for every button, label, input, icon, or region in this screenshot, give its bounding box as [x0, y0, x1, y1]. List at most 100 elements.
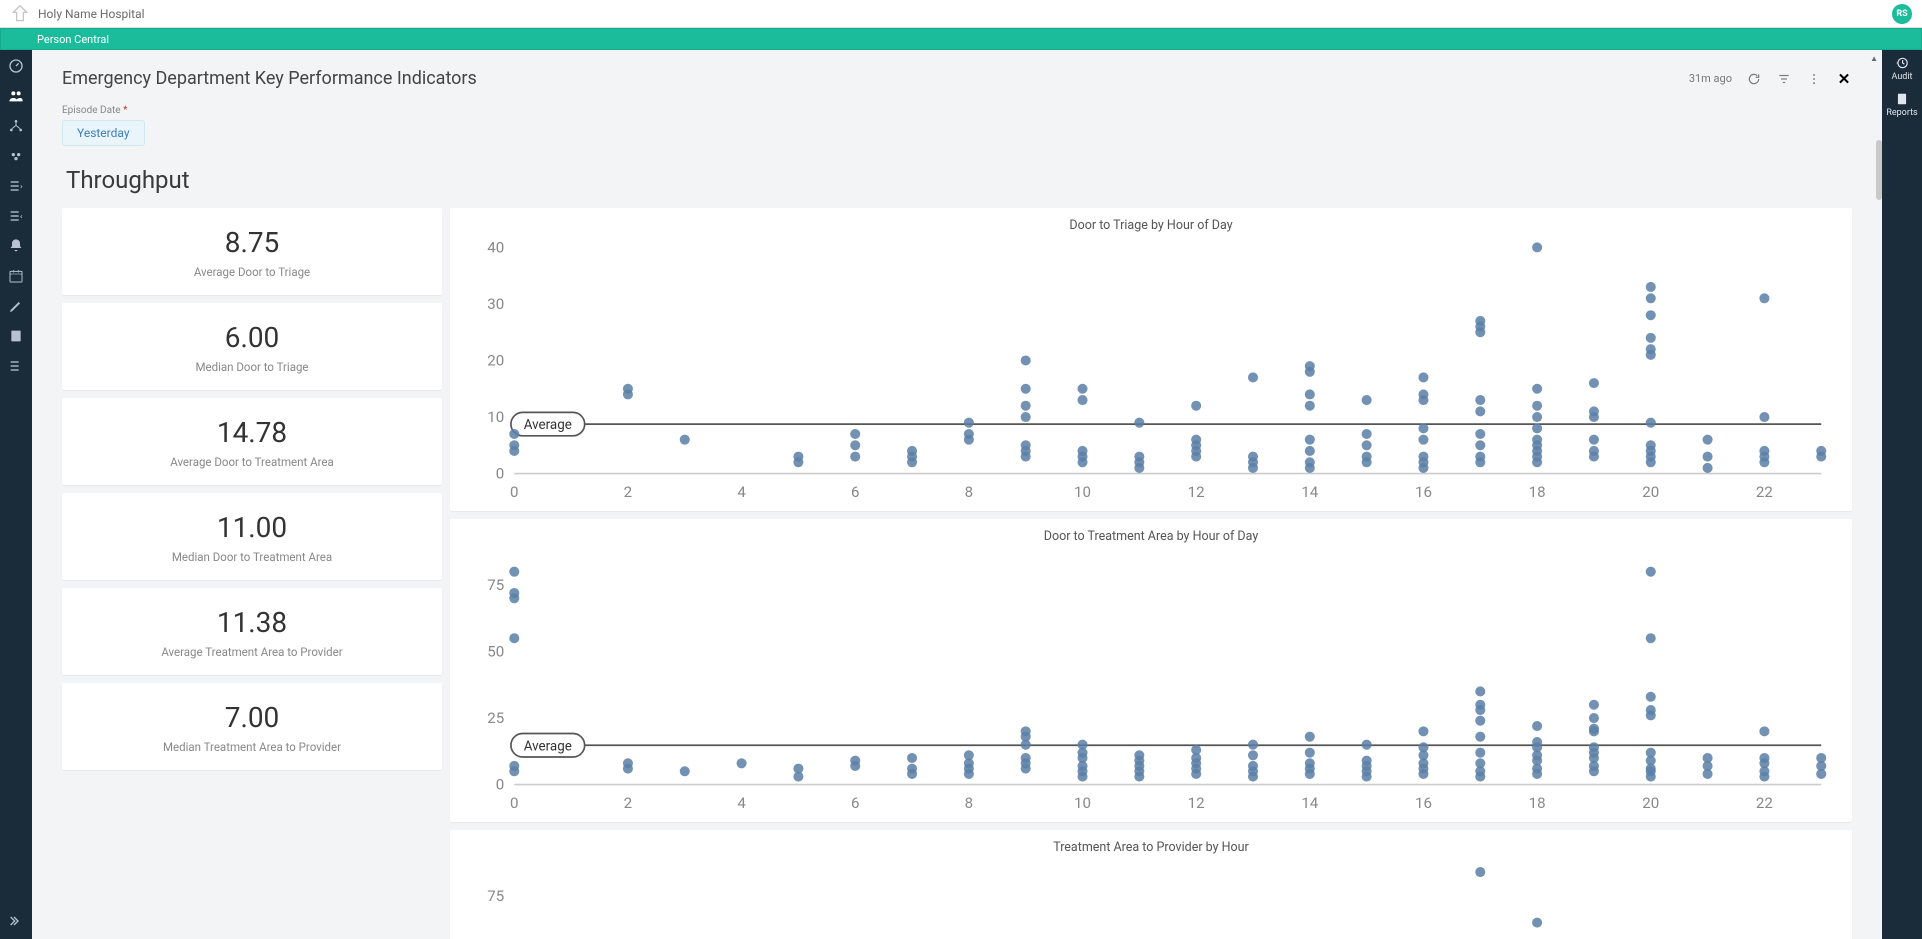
dashboard-header: Emergency Department Key Performance Ind… — [32, 50, 1882, 160]
kpi-value: 14.78 — [72, 416, 432, 449]
dashboard-title: Emergency Department Key Performance Ind… — [62, 68, 477, 89]
svg-text:2: 2 — [624, 483, 632, 501]
kpi-card[interactable]: 11.38 Average Treatment Area to Provider — [62, 588, 442, 675]
more-icon[interactable] — [1806, 71, 1822, 87]
kpi-value: 7.00 — [72, 701, 432, 734]
kpi-value: 8.75 — [72, 226, 432, 259]
kpi-card[interactable]: 7.00 Median Treatment Area to Provider — [62, 683, 442, 770]
svg-text:50: 50 — [487, 643, 504, 661]
svg-text:2: 2 — [624, 794, 632, 812]
kpi-label: Average Door to Treatment Area — [72, 455, 432, 469]
svg-text:8: 8 — [965, 794, 973, 812]
kpi-label: Average Treatment Area to Provider — [72, 645, 432, 659]
rightnav-reports-label: Reports — [1886, 108, 1917, 118]
kpi-column: 8.75 Average Door to Triage6.00 Median D… — [62, 208, 442, 939]
filter-icon[interactable] — [1776, 71, 1792, 87]
refresh-icon[interactable] — [1746, 71, 1762, 87]
nav-item-calendar-icon[interactable] — [8, 268, 24, 284]
svg-text:22: 22 — [1756, 483, 1773, 501]
svg-text:14: 14 — [1301, 483, 1318, 501]
svg-text:4: 4 — [737, 794, 746, 812]
filter-label: Episode Date * — [62, 105, 1852, 116]
kpi-value: 11.38 — [72, 606, 432, 639]
nav-item-note-icon[interactable] — [8, 328, 24, 344]
nav-item-pen-icon[interactable] — [8, 298, 24, 314]
nav-item-people-icon[interactable] — [8, 88, 24, 104]
svg-text:6: 6 — [851, 483, 859, 501]
hospital-name: Holy Name Hospital — [38, 7, 145, 21]
svg-text:75: 75 — [487, 576, 504, 594]
chart-title: Treatment Area to Provider by Hour — [464, 840, 1838, 855]
svg-text:22: 22 — [1756, 794, 1773, 812]
svg-text:Average: Average — [524, 739, 572, 754]
nav-expand-icon[interactable] — [8, 913, 24, 929]
kpi-label: Median Door to Treatment Area — [72, 550, 432, 564]
kpi-value: 11.00 — [72, 511, 432, 544]
right-nav: Audit Reports — [1882, 50, 1922, 939]
svg-text:0: 0 — [510, 794, 518, 812]
filter-row: Episode Date * Yesterday — [62, 105, 1852, 146]
chart-card[interactable]: Treatment Area to Provider by Hour 025507… — [450, 830, 1852, 939]
rightnav-item-reports[interactable]: Reports — [1886, 92, 1917, 118]
svg-text:6: 6 — [851, 794, 859, 812]
svg-text:12: 12 — [1188, 794, 1205, 812]
reports-icon — [1895, 92, 1909, 106]
svg-text:0: 0 — [496, 465, 504, 483]
main-content: ▲ Emergency Department Key Performance I… — [32, 50, 1882, 939]
kpi-card[interactable]: 14.78 Average Door to Treatment Area — [62, 398, 442, 485]
nav-item-hierarchy-icon[interactable] — [8, 118, 24, 134]
dashboard-actions: 31m ago ✕ — [1689, 71, 1852, 87]
chart-card[interactable]: Door to Triage by Hour of Day01020304002… — [450, 208, 1852, 511]
svg-text:0: 0 — [496, 776, 504, 794]
svg-text:14: 14 — [1301, 794, 1318, 812]
left-nav — [0, 50, 32, 939]
chart-title: Door to Treatment Area by Hour of Day — [464, 529, 1838, 544]
svg-text:12: 12 — [1188, 483, 1205, 501]
svg-text:20: 20 — [487, 352, 504, 370]
chart-column: Door to Triage by Hour of Day01020304002… — [450, 208, 1852, 939]
nav-item-list2-icon[interactable] — [8, 208, 24, 224]
chart-card[interactable]: Door to Treatment Area by Hour of Day025… — [450, 519, 1852, 822]
svg-text:8: 8 — [965, 483, 973, 501]
chart-plot: 02550750246810121416182022Average — [464, 861, 1838, 939]
kpi-label: Median Treatment Area to Provider — [72, 740, 432, 754]
filter-chip-episode-date[interactable]: Yesterday — [62, 120, 145, 146]
svg-text:16: 16 — [1415, 794, 1432, 812]
svg-text:18: 18 — [1529, 794, 1546, 812]
chart-plot: 0102030400246810121416182022Average — [464, 239, 1838, 507]
svg-text:18: 18 — [1529, 483, 1546, 501]
nav-item-list3-icon[interactable] — [8, 358, 24, 374]
svg-text:30: 30 — [487, 295, 504, 313]
kpi-card[interactable]: 6.00 Median Door to Triage — [62, 303, 442, 390]
user-avatar[interactable]: RS — [1892, 4, 1912, 24]
scrollbar-thumb[interactable] — [1876, 140, 1882, 200]
svg-text:20: 20 — [1642, 794, 1659, 812]
kpi-card[interactable]: 8.75 Average Door to Triage — [62, 208, 442, 295]
svg-text:10: 10 — [1074, 483, 1091, 501]
kpi-value: 6.00 — [72, 321, 432, 354]
chart-title: Door to Triage by Hour of Day — [464, 218, 1838, 233]
svg-text:Average: Average — [524, 418, 572, 433]
nav-item-list1-icon[interactable] — [8, 178, 24, 194]
rightnav-audit-label: Audit — [1892, 72, 1913, 82]
svg-text:25: 25 — [487, 709, 504, 727]
nav-item-bell-icon[interactable] — [8, 238, 24, 254]
close-icon[interactable]: ✕ — [1836, 71, 1852, 87]
app-logo — [10, 4, 30, 24]
svg-text:4: 4 — [737, 483, 746, 501]
context-bar-label: Person Central — [37, 33, 109, 46]
nav-item-group-icon[interactable] — [8, 148, 24, 164]
kpi-card[interactable]: 11.00 Median Door to Treatment Area — [62, 493, 442, 580]
scroll-up-indicator: ▲ — [1870, 54, 1878, 63]
kpi-label: Average Door to Triage — [72, 265, 432, 279]
history-icon — [1895, 56, 1909, 70]
rightnav-item-audit[interactable]: Audit — [1892, 56, 1913, 82]
svg-text:75: 75 — [487, 887, 504, 905]
svg-text:40: 40 — [487, 239, 504, 256]
svg-text:20: 20 — [1642, 483, 1659, 501]
nav-item-gauge-icon[interactable] — [8, 58, 24, 74]
top-bar: Holy Name Hospital RS — [0, 0, 1922, 28]
section-title: Throughput — [62, 160, 1852, 208]
context-bar[interactable]: Person Central — [0, 28, 1922, 50]
kpi-label: Median Door to Triage — [72, 360, 432, 374]
